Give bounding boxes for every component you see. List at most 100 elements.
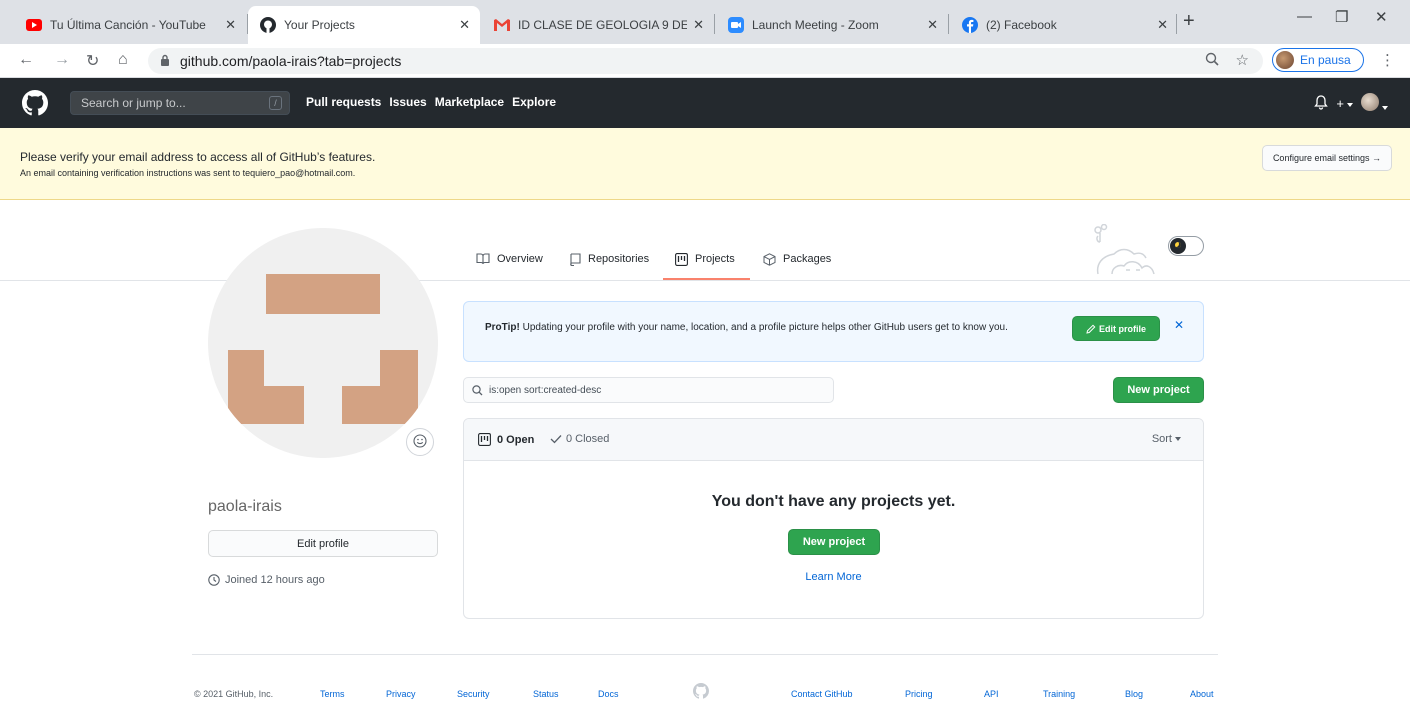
chevron-down-icon	[1347, 102, 1353, 107]
footer-link-terms[interactable]: Terms	[320, 689, 345, 699]
nav-explore[interactable]: Explore	[512, 95, 556, 109]
pencil-icon	[1086, 324, 1096, 334]
footer-link-blog[interactable]: Blog	[1125, 689, 1143, 699]
minimize-icon[interactable]: —	[1297, 8, 1312, 25]
close-tab-icon[interactable]: ✕	[225, 17, 236, 33]
tab-packages[interactable]: Packages	[763, 246, 831, 280]
address-bar[interactable]: github.com/paola-irais?tab=projects ☆	[148, 48, 1263, 74]
profile-avatar-large[interactable]	[208, 228, 438, 458]
tab-projects[interactable]: Projects	[663, 246, 750, 280]
button-label: Edit profile	[1099, 323, 1146, 334]
footer-link-security[interactable]: Security	[457, 689, 490, 699]
verify-email-banner: Please verify your email address to acce…	[0, 128, 1410, 200]
browser-tab-facebook[interactable]: (2) Facebook ✕	[950, 6, 1178, 44]
github-nav: Pull requests Issues Marketplace Explore	[306, 95, 556, 109]
configure-email-settings-button[interactable]: Configure email settings →	[1261, 145, 1392, 171]
footer-link-privacy[interactable]: Privacy	[386, 689, 416, 699]
tab-separator	[714, 14, 715, 34]
tab-repositories[interactable]: Repositories	[569, 246, 649, 280]
lock-icon	[160, 54, 170, 69]
search-icon	[472, 384, 483, 395]
notification-bell-icon[interactable]	[1314, 94, 1329, 113]
identicon-block	[228, 386, 304, 424]
home-icon[interactable]: ⌂	[118, 51, 128, 69]
joined-text: Joined 12 hours ago	[225, 574, 325, 586]
repo-icon	[569, 253, 581, 266]
chevron-down-icon	[1382, 105, 1388, 110]
github-logo-icon[interactable]	[22, 90, 48, 119]
sort-label: Sort	[1151, 433, 1172, 445]
smiley-icon	[413, 433, 427, 451]
github-search-input[interactable]: Search or jump to... /	[70, 91, 290, 115]
project-board-icon	[675, 253, 688, 266]
footer-link-docs[interactable]: Docs	[598, 689, 619, 699]
sort-dropdown[interactable]: Sort	[1152, 433, 1181, 445]
closed-count: 0 Closed	[566, 433, 610, 445]
project-board-icon	[478, 433, 491, 446]
footer-link-pricing[interactable]: Pricing	[905, 689, 933, 699]
footer-link-contact[interactable]: Contact GitHub	[791, 689, 853, 699]
zoom-magnifier-icon[interactable]	[1205, 52, 1219, 69]
protip-text: ProTip! Updating your profile with your …	[485, 320, 1065, 335]
close-tab-icon[interactable]: ✕	[459, 17, 470, 33]
protip-label: ProTip!	[485, 322, 520, 333]
edit-profile-button[interactable]: Edit profile	[208, 530, 438, 557]
new-project-button[interactable]: New project	[1113, 377, 1204, 403]
github-mark-icon[interactable]	[693, 683, 709, 702]
footer-link-api[interactable]: API	[984, 689, 999, 699]
open-projects-filter[interactable]: 0 Open	[478, 433, 534, 446]
tab-label: Overview	[497, 253, 543, 265]
slash-shortcut-badge: /	[269, 96, 282, 110]
browser-tab-gmail[interactable]: ID CLASE DE GEOLOGIA 9 DE M ✕	[482, 6, 714, 44]
bookmark-star-icon[interactable]: ☆	[1236, 51, 1249, 69]
tab-label: Repositories	[588, 253, 650, 265]
browser-tab-github[interactable]: Your Projects ✕	[248, 6, 480, 44]
set-status-button[interactable]	[406, 428, 434, 456]
projects-list-header: 0 Open 0 Closed Sort	[464, 419, 1203, 461]
projects-list: 0 Open 0 Closed Sort You don't have any …	[463, 418, 1204, 619]
search-placeholder: Search or jump to...	[81, 96, 186, 110]
browser-tab-title: Your Projects	[284, 18, 355, 32]
identicon-block	[342, 386, 418, 424]
theme-toggle[interactable]	[1168, 236, 1204, 256]
browser-menu-icon[interactable]: ⋮	[1380, 51, 1395, 69]
close-tab-icon[interactable]: ✕	[693, 17, 704, 33]
restore-icon[interactable]: ❐	[1335, 8, 1348, 26]
back-arrow-icon[interactable]: ←	[18, 51, 34, 69]
protip-edit-profile-button[interactable]: Edit profile	[1072, 316, 1160, 341]
closed-projects-filter[interactable]: 0 Closed	[550, 433, 609, 445]
verify-banner-title: Please verify your email address to acce…	[20, 150, 376, 164]
learn-more-link[interactable]: Learn More	[464, 571, 1203, 583]
identicon-block	[266, 274, 380, 314]
window-close-icon[interactable]: ✕	[1375, 8, 1388, 26]
browser-tabstrip: Tu Última Canción - YouTube ✕ Your Proje…	[0, 0, 1410, 44]
create-new-dropdown[interactable]: +	[1336, 96, 1353, 111]
profile-avatar	[1276, 51, 1294, 69]
profile-username: paola-irais	[208, 498, 282, 515]
footer-link-training[interactable]: Training	[1043, 689, 1075, 699]
url-text: github.com/paola-irais?tab=projects	[180, 53, 402, 69]
browser-tab-youtube[interactable]: Tu Última Canción - YouTube ✕	[14, 6, 246, 44]
empty-state-new-project-button[interactable]: New project	[788, 529, 880, 555]
chevron-down-icon	[1175, 437, 1181, 442]
reload-icon[interactable]: ↻	[86, 51, 99, 71]
user-menu-dropdown[interactable]	[1361, 93, 1388, 114]
nav-issues[interactable]: Issues	[389, 95, 426, 109]
browser-tab-title: (2) Facebook	[986, 18, 1057, 32]
browser-profile-button[interactable]: En pausa	[1272, 48, 1364, 72]
close-tab-icon[interactable]: ✕	[927, 17, 938, 33]
dismiss-protip-icon[interactable]: ✕	[1174, 318, 1184, 332]
nav-marketplace[interactable]: Marketplace	[435, 95, 504, 109]
close-tab-icon[interactable]: ✕	[1157, 17, 1168, 33]
projects-search-input[interactable]: is:open sort:created-desc	[463, 377, 834, 403]
protip-message: Updating your profile with your name, lo…	[519, 322, 1008, 333]
new-tab-icon[interactable]: +	[1183, 10, 1195, 33]
nav-pull-requests[interactable]: Pull requests	[306, 95, 381, 109]
footer-link-status[interactable]: Status	[533, 689, 559, 699]
forward-arrow-icon[interactable]: →	[54, 51, 70, 69]
footer-link-about[interactable]: About	[1190, 689, 1214, 699]
browser-tab-zoom[interactable]: Launch Meeting - Zoom ✕	[716, 6, 948, 44]
profile-label: En pausa	[1300, 53, 1351, 67]
tab-overview[interactable]: Overview	[476, 246, 543, 280]
book-icon	[476, 253, 490, 265]
